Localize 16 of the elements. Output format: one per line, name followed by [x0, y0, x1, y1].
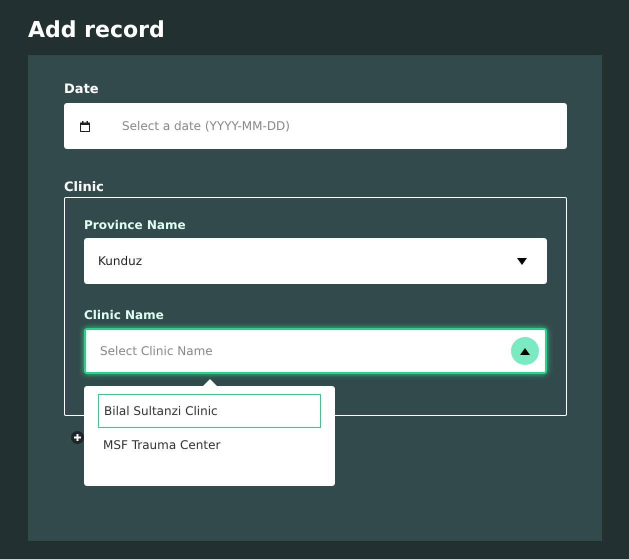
caret-down-icon — [517, 258, 527, 264]
select-value: Kunduz — [98, 254, 142, 268]
group-label: Clinic — [64, 179, 105, 197]
dropdown-option[interactable]: Bilal Sultanzi Clinic — [98, 394, 321, 428]
field-label: Clinic Name — [84, 308, 165, 324]
caret-icon — [520, 348, 530, 354]
clinic-select[interactable]: Select Clinic Name — [84, 328, 547, 374]
province-select[interactable]: Kunduz — [84, 238, 547, 284]
dropdown-option[interactable]: MSF Trauma Center — [98, 428, 321, 462]
field-label: Date — [64, 81, 100, 99]
calendar-icon — [80, 120, 90, 132]
date-field[interactable]: Select a date (YYYY-MM-DD) — [64, 103, 567, 149]
page-title: Add record — [27, 17, 166, 45]
field-label: Province Name — [84, 218, 187, 234]
add-icon[interactable] — [71, 431, 84, 444]
toggle-button[interactable] — [511, 337, 539, 365]
